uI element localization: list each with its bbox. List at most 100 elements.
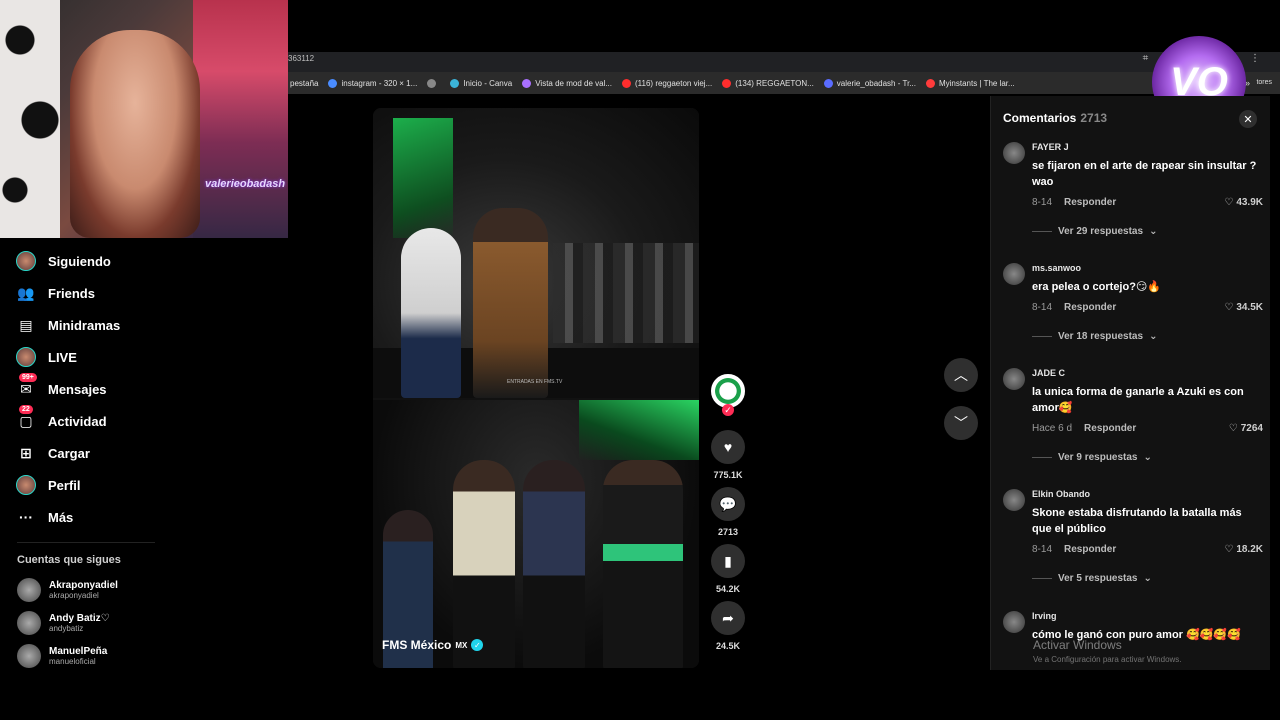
bookmark-item[interactable]: Inicio - Canva [450,78,513,88]
account-name: Andy Batiz♡ [49,613,110,624]
comment-likes[interactable]: ♡ 34.5K [1224,302,1263,313]
view-replies-button[interactable]: Ver 29 respuestas ⌄ [1032,226,1157,237]
close-comments-button[interactable]: ✕ [1239,110,1257,128]
chevron-down-icon: ﹀ [954,415,968,431]
messages-icon: ✉ 99+ [16,373,37,399]
comment-username[interactable]: Irving [1032,611,1057,621]
like-count: 775.1K [713,470,743,480]
heart-icon[interactable]: ♥ [711,430,745,464]
bookmark-item[interactable]: pestaña [290,79,318,88]
bookmark-item[interactable]: Myinstants | The lar... [925,78,1015,88]
sidebar-item-live[interactable]: LIVE [16,347,77,367]
author-name[interactable]: FMS México [382,638,451,652]
sidebar-item-label: LIVE [48,349,77,365]
comment-text: era pelea o cortejo?😏🔥 [1032,281,1162,293]
bookmark-item[interactable]: Vista de mod de val... [522,78,613,88]
view-replies-button[interactable]: Ver 9 respuestas ⌄ [1032,452,1152,463]
bookmark-item[interactable]: (134) REGGAETON... [722,78,814,88]
comment-count: 2713 [717,527,739,537]
author-country: MX [455,640,468,650]
avatar[interactable] [1003,142,1025,164]
followed-account[interactable]: Andy Batiz♡ andybatiz [17,611,110,635]
reply-button[interactable]: Responder [1064,302,1116,313]
comments-header: Comentarios 2713 [1003,111,1107,125]
all-bookmarks-label[interactable]: tores [1256,79,1272,86]
avatar[interactable] [1003,368,1025,390]
url-text[interactable]: 363112 [288,54,314,63]
sidebar-item-friends[interactable]: 👥 Friends [16,283,95,303]
view-replies-button[interactable]: Ver 18 respuestas ⌄ [1032,331,1157,342]
share-action[interactable]: ➦ 24.5K [710,601,746,651]
comment-username[interactable]: Elkin Obando [1032,489,1090,499]
avatar[interactable] [1003,263,1025,285]
bookmark-label: (134) REGGAETON... [735,78,814,88]
save-action[interactable]: ▮ 54.2K [710,544,746,594]
save-count: 54.2K [715,584,741,594]
bookmark-favicon-icon [522,78,532,88]
sidebar-item-siguiendo[interactable]: Siguiendo [16,251,111,271]
sidebar-item-perfil[interactable]: Perfil [16,475,81,495]
menu-dots-icon[interactable]: ⋮ [1250,53,1260,64]
bookmark-item[interactable] [427,78,440,88]
sidebar-item-cargar[interactable]: ⊞ Cargar [16,443,90,463]
comment-username[interactable]: FAYER J [1032,142,1069,152]
share-icon[interactable]: ➦ [711,601,745,635]
bookmark-item[interactable]: instagram - 320 × 1... [328,78,417,88]
sidebar-item-mensajes[interactable]: ✉ 99+ Mensajes [16,373,107,399]
bookmark-label: Myinstants | The lar... [938,78,1015,88]
comment-username[interactable]: JADE C [1032,368,1065,378]
bookmark-label: Inicio - Canva [463,78,513,88]
film-icon: ▤ [19,316,33,333]
comment-likes[interactable]: ♡ 43.9K [1224,197,1263,208]
sidebar-item-label: Siguiendo [48,253,111,269]
sidebar-item-label: Friends [48,285,95,301]
avatar[interactable] [1003,489,1025,511]
sidebar-item-m-s[interactable]: ··· Más [16,507,73,527]
bookmark-item[interactable]: valerie_obadash - Tr... [823,78,916,88]
comment-text: Skone estaba disfrutando la batalla más … [1032,507,1242,535]
address-bar[interactable] [288,52,1280,72]
reply-button[interactable]: Responder [1064,544,1116,555]
comment-like-count: 43.9K [1236,197,1263,208]
account-name: ManuelPeña [49,646,108,657]
avatar[interactable] [1003,611,1025,633]
comment-text: se fijaron en el arte de rapear sin insu… [1032,160,1257,188]
video-author[interactable]: FMS México MX ✓ [382,638,484,652]
previous-video-button[interactable]: ︿ [944,358,978,392]
creator-avatar[interactable] [711,374,745,408]
follow-plus-icon[interactable]: ✓ [722,404,734,416]
view-replies-label: Ver 29 respuestas [1058,226,1144,237]
followed-account[interactable]: Akraponyadiel akraponyadiel [17,578,118,602]
sidebar-item-actividad[interactable]: ▢ 22 Actividad [16,405,107,431]
close-icon: ✕ [1243,113,1253,126]
performer-brown-jacket [473,208,548,398]
sidebar-item-label: Perfil [48,477,81,493]
bookmark-icon[interactable]: ▮ [711,544,745,578]
comment-username[interactable]: ms.sanwoo [1032,263,1081,273]
avatar [17,644,41,668]
sidebar-item-label: Más [48,509,74,525]
sidebar-item-minidramas[interactable]: ▤ Minidramas [16,315,120,335]
chevron-down-icon: ⌄ [1143,452,1152,463]
heart-outline-icon: ♡ [1224,302,1234,313]
view-replies-button[interactable]: Ver 5 respuestas ⌄ [1032,573,1152,584]
comment-likes[interactable]: ♡ 7264 [1229,423,1263,434]
account-handle: akraponyadiel [49,591,99,600]
video-player[interactable]: ENTRADAS EN FMS.TV [373,108,699,668]
reply-button[interactable]: Responder [1064,197,1116,208]
bookmark-label: Vista de mod de val... [535,78,613,88]
comment-date: 8-14 [1032,197,1053,208]
comment-icon[interactable]: 💬 [711,487,745,521]
bookmark-favicon-icon [622,78,632,88]
next-video-button[interactable]: ﹀ [944,406,978,440]
reply-button[interactable]: Responder [1084,423,1136,434]
comment-likes[interactable]: ♡ 18.2K [1224,544,1263,555]
divider [1032,457,1052,458]
following-avatar-icon [16,251,36,271]
bookmark-item[interactable]: (116) reggaeton viej... [622,78,712,88]
like-action[interactable]: ♥ 775.1K [710,430,746,480]
translate-icon[interactable]: ⌗ [1143,53,1149,64]
performer-tracksuit [603,460,683,668]
comment-action[interactable]: 💬 2713 [710,487,746,537]
followed-account[interactable]: ManuelPeña manueloficial [17,644,107,668]
